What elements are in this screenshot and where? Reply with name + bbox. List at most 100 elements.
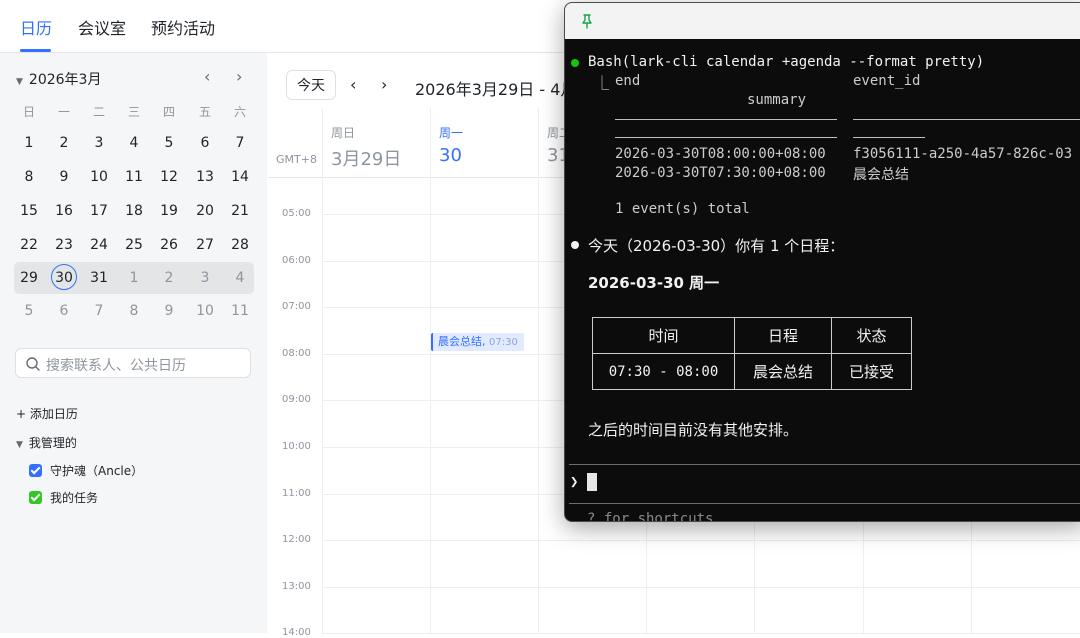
add-calendar-button[interactable]: + 添加日历 — [16, 405, 78, 422]
mini-calendar-day[interactable]: 10 — [190, 298, 220, 324]
mini-calendar-day[interactable]: 31 — [84, 265, 114, 291]
mini-calendar-day[interactable]: 5 — [14, 298, 44, 324]
mini-calendar-day[interactable]: 2 — [49, 130, 79, 156]
search-input[interactable]: 搜索联系人、公共日历 — [15, 348, 251, 378]
mini-calendar-day[interactable]: 17 — [84, 198, 114, 224]
mini-calendar-day[interactable]: 21 — [225, 198, 255, 224]
date-range-label: 2026年3月29日 - 4月 — [415, 80, 577, 99]
mini-calendar-day[interactable]: 14 — [225, 164, 255, 190]
today-button[interactable]: 今天 — [286, 70, 336, 100]
chevron-left-icon[interactable]: ‹ — [350, 75, 356, 94]
mini-calendar-day[interactable]: 1 — [14, 130, 44, 156]
tool-status-icon — [571, 59, 579, 67]
table-cell-status: 已接受 — [831, 353, 912, 390]
calendar-name: 守护魂（Ancle） — [50, 464, 144, 478]
weekday-label: 六 — [233, 105, 246, 119]
hour-label: 11:00 — [282, 488, 311, 499]
mini-calendar-day[interactable]: 8 — [14, 164, 44, 190]
terminal-titlebar[interactable] — [565, 3, 1080, 39]
search-placeholder: 搜索联系人、公共日历 — [46, 358, 186, 374]
mini-calendar-day[interactable]: 9 — [154, 298, 184, 324]
day-column-divider — [322, 108, 323, 633]
mini-calendar-day[interactable]: 30 — [49, 265, 79, 291]
tab-calendar[interactable]: 日历 — [20, 15, 52, 39]
mini-calendar-day[interactable]: 8 — [119, 298, 149, 324]
reply-date: 2026-03-30 周一 — [588, 274, 720, 292]
mini-calendar-day[interactable]: 26 — [154, 232, 184, 258]
hour-label: 13:00 — [282, 581, 311, 592]
tab-booking[interactable]: 预约活动 — [151, 15, 215, 39]
weekday-label: 日 — [22, 105, 35, 119]
hour-line — [322, 633, 1080, 634]
mini-calendar-day[interactable]: 11 — [119, 164, 149, 190]
tab-meeting-room[interactable]: 会议室 — [78, 15, 126, 39]
shortcuts-hint: ? for shortcuts — [587, 511, 714, 522]
day-header-date[interactable]: 3月29日 — [331, 145, 401, 171]
day-header-name: 周日 — [331, 126, 356, 140]
mini-calendar-day[interactable]: 18 — [119, 198, 149, 224]
table-rule — [853, 137, 925, 138]
mini-calendar-day[interactable]: 19 — [154, 198, 184, 224]
event-chip[interactable]: 晨会总结, 07:30 — [431, 333, 524, 351]
managed-calendars-section[interactable]: ▼ 我管理的 — [16, 434, 77, 451]
chevron-right-icon[interactable]: › — [381, 75, 387, 94]
day-column-divider — [538, 108, 539, 633]
chevron-left-icon[interactable]: ‹ — [204, 67, 210, 86]
mini-calendar-day[interactable]: 11 — [225, 298, 255, 324]
checkbox-checked-icon[interactable] — [29, 464, 42, 477]
terminal-window[interactable]: Bash(lark-cli calendar +agenda --format … — [564, 2, 1080, 522]
hour-label: 08:00 — [282, 348, 311, 359]
hour-line — [322, 587, 1080, 588]
chevron-right-icon[interactable]: › — [236, 67, 242, 86]
mini-calendar-day[interactable]: 16 — [49, 198, 79, 224]
checkbox-checked-icon[interactable] — [29, 491, 42, 504]
mini-calendar-day[interactable]: 29 — [14, 265, 44, 291]
row-event-id: f3056111-a250-4a57-826c-03 — [853, 146, 1073, 162]
mini-calendar-day[interactable]: 25 — [119, 232, 149, 258]
mini-calendar-day[interactable]: 3 — [84, 130, 114, 156]
sidebar: ▼ 2026年3月 ‹ › 日一二三四五六 1 2 3 4 5 6 7 8 9 10 11 12 13 14… — [0, 53, 267, 633]
output-branch-icon: ⎿ — [595, 76, 609, 92]
caret-down-icon: ▼ — [16, 440, 23, 450]
mini-calendar-day[interactable]: 27 — [190, 232, 220, 258]
day-header-date[interactable]: 30 — [439, 145, 462, 166]
input-divider — [569, 503, 1080, 504]
mini-calendar-day[interactable]: 1 — [119, 265, 149, 291]
assistant-reply-icon — [571, 241, 579, 249]
caret-down-icon: ▼ — [16, 77, 23, 87]
mini-calendar-day[interactable]: 4 — [225, 265, 255, 291]
mini-calendar-day[interactable]: 13 — [190, 164, 220, 190]
managed-section-label: 我管理的 — [28, 436, 77, 450]
pin-icon[interactable] — [579, 13, 595, 29]
table-cell-event: 晨会总结 — [734, 353, 832, 390]
mini-calendar-day[interactable]: 6 — [49, 298, 79, 324]
mini-calendar-day[interactable]: 15 — [14, 198, 44, 224]
mini-calendar-day[interactable]: 5 — [154, 130, 184, 156]
weekday-label: 三 — [127, 105, 140, 119]
weekday-label: 一 — [57, 105, 70, 119]
mini-calendar-header[interactable]: ▼ 2026年3月 — [16, 69, 101, 89]
terminal-input-cursor[interactable] — [587, 473, 597, 491]
mini-calendar-day[interactable]: 22 — [14, 232, 44, 258]
mini-calendar-day[interactable]: 24 — [84, 232, 114, 258]
mini-calendar-day[interactable]: 9 — [49, 164, 79, 190]
calendar-item-ancle[interactable]: 守护魂（Ancle） — [29, 462, 143, 479]
mini-calendar-day[interactable]: 7 — [84, 298, 114, 324]
mini-calendar-day[interactable]: 20 — [190, 198, 220, 224]
mini-calendar-day[interactable]: 4 — [119, 130, 149, 156]
calendar-item-tasks[interactable]: 我的任务 — [29, 489, 98, 506]
mini-calendar-day[interactable]: 6 — [190, 130, 220, 156]
mini-calendar-day[interactable]: 3 — [190, 265, 220, 291]
mini-calendar-day[interactable]: 23 — [49, 232, 79, 258]
column-header-event-id: event_id — [853, 73, 921, 89]
mini-calendar-day[interactable]: 2 — [154, 265, 184, 291]
mini-calendar-day[interactable]: 10 — [84, 164, 114, 190]
mini-calendar-day[interactable]: 12 — [154, 164, 184, 190]
mini-calendar-day[interactable]: 28 — [225, 232, 255, 258]
row-summary: 晨会总结 — [853, 167, 909, 183]
table-rule — [615, 119, 837, 120]
hour-label: 09:00 — [282, 394, 311, 405]
hour-label: 07:00 — [282, 301, 311, 312]
mini-calendar-month: 2026年3月 — [28, 72, 102, 88]
mini-calendar-day[interactable]: 7 — [225, 130, 255, 156]
